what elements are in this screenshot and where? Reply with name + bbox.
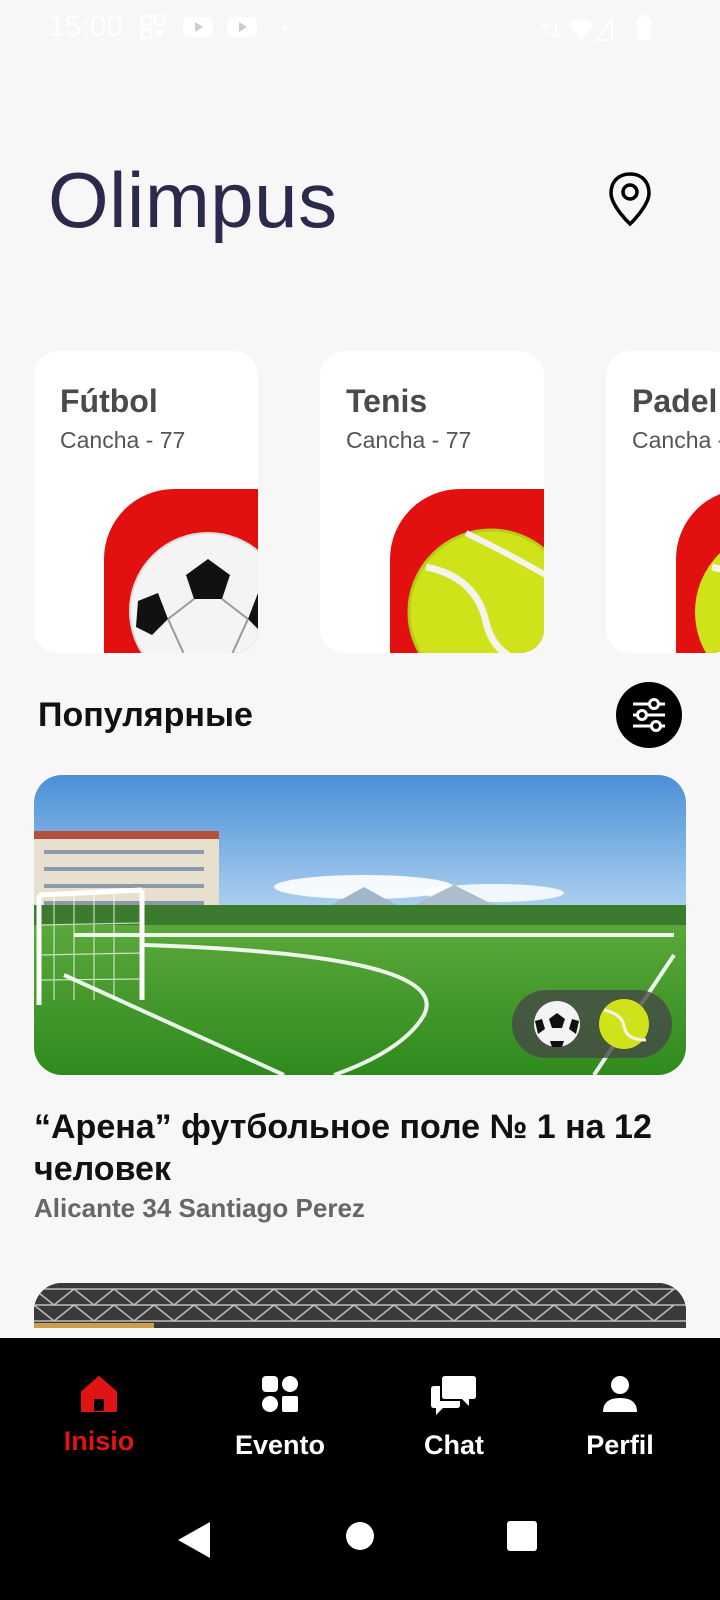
category-card-padel[interactable]: Padel Cancha - 77 bbox=[606, 351, 720, 653]
soccer-ball-icon bbox=[129, 532, 258, 653]
nav-label: Inisio bbox=[63, 1426, 135, 1456]
category-card-futbol[interactable]: Fútbol Cancha - 77 bbox=[34, 351, 258, 653]
network-status-icon bbox=[540, 17, 613, 41]
nav-label: Perfil bbox=[586, 1430, 654, 1460]
venue-sports-badge bbox=[512, 990, 672, 1058]
chat-icon bbox=[431, 1376, 476, 1415]
tennis-ball-icon bbox=[599, 999, 649, 1049]
category-title: Padel bbox=[632, 383, 718, 419]
filter-button[interactable] bbox=[616, 682, 682, 748]
category-title: Fútbol bbox=[60, 383, 158, 419]
youtube-icon bbox=[227, 17, 257, 37]
back-icon[interactable] bbox=[176, 1520, 212, 1560]
venue-image[interactable] bbox=[34, 775, 686, 1075]
grid-icon bbox=[262, 1376, 298, 1412]
nav-item-evento[interactable]: Evento bbox=[200, 1338, 360, 1484]
battery-icon bbox=[637, 15, 651, 40]
home-circle-icon[interactable] bbox=[344, 1520, 376, 1552]
qr-icon bbox=[140, 14, 166, 40]
person-icon bbox=[603, 1376, 637, 1412]
venue-title[interactable]: “Арена” футбольное поле № 1 на 12 челове… bbox=[34, 1106, 684, 1190]
home-icon bbox=[81, 1376, 117, 1412]
youtube-icon bbox=[183, 17, 213, 37]
section-title-popular: Популярные bbox=[38, 696, 253, 734]
system-navigation-bar bbox=[0, 1484, 720, 1600]
nav-item-chat[interactable]: Chat bbox=[374, 1338, 534, 1484]
app-title: Olimpus bbox=[48, 156, 338, 244]
location-button[interactable] bbox=[600, 168, 660, 232]
recents-icon[interactable] bbox=[506, 1520, 538, 1552]
tennis-ball-icon bbox=[407, 528, 544, 653]
category-subtitle: Cancha - 77 bbox=[60, 427, 186, 453]
soccer-ball-icon bbox=[534, 1001, 580, 1047]
venue-image[interactable] bbox=[34, 1283, 686, 1328]
venue-address: Alicante 34 Santiago Perez bbox=[34, 1193, 365, 1223]
status-time: 15:00 bbox=[48, 10, 124, 43]
nav-item-inisio[interactable]: Inisio bbox=[19, 1338, 179, 1484]
category-title: Tenis bbox=[346, 383, 428, 419]
category-subtitle: Cancha - 77 bbox=[346, 427, 472, 453]
nav-label: Evento bbox=[234, 1430, 326, 1460]
bottom-navigation: Inisio Evento Chat Perfil bbox=[0, 1338, 720, 1484]
nav-label: Chat bbox=[424, 1430, 484, 1460]
tennis-ball-icon bbox=[695, 553, 720, 653]
dot-icon bbox=[282, 25, 288, 31]
location-pin-icon bbox=[609, 172, 651, 227]
status-bar: 15:00 bbox=[0, 0, 720, 56]
category-card-tenis[interactable]: Tenis Cancha - 77 bbox=[320, 351, 544, 653]
indoor-arena-image bbox=[34, 1283, 686, 1328]
nav-item-perfil[interactable]: Perfil bbox=[540, 1338, 700, 1484]
sliders-icon bbox=[633, 698, 665, 732]
category-subtitle: Cancha - 77 bbox=[632, 427, 720, 453]
